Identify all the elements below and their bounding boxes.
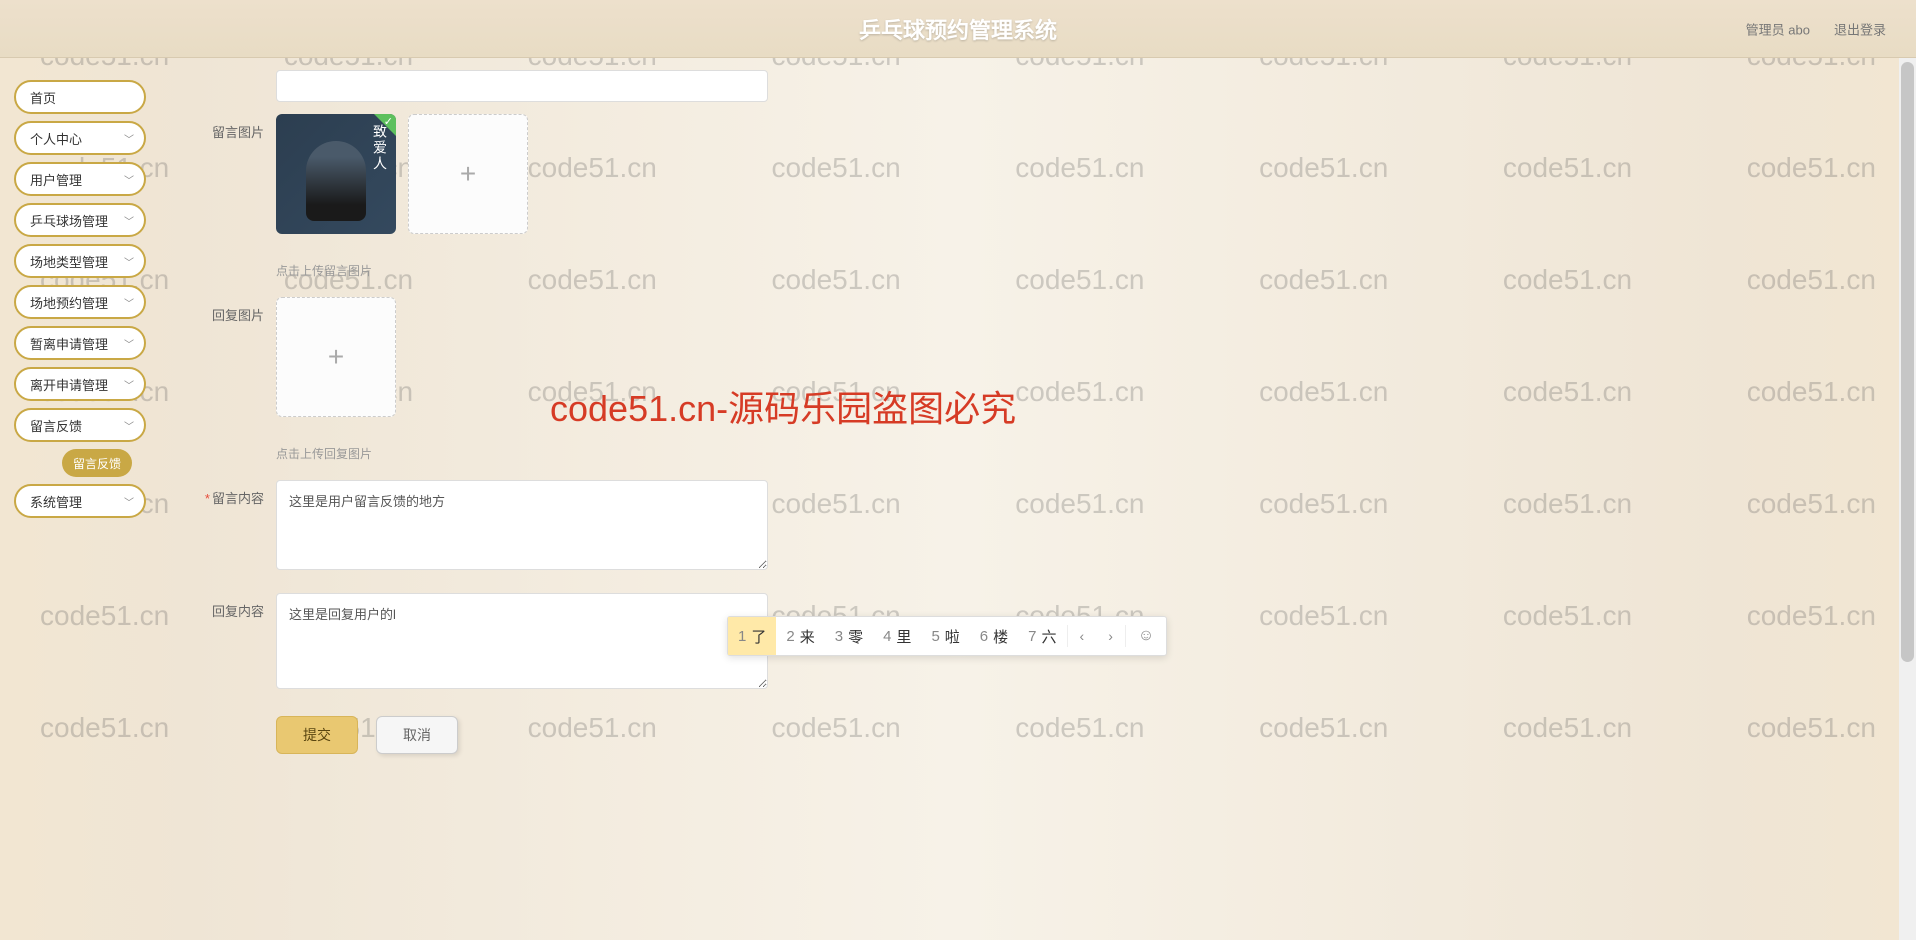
- msg-image-hint: 点击上传留言图片: [276, 262, 528, 279]
- chevron-down-icon: ﹀: [124, 213, 134, 228]
- nav-system-mgmt[interactable]: 系统管理﹀: [14, 484, 146, 518]
- chevron-down-icon: ﹀: [124, 172, 134, 187]
- reply-image-hint: 点击上传回复图片: [276, 445, 396, 462]
- chevron-down-icon: ﹀: [124, 295, 134, 310]
- check-icon: ✓: [384, 115, 393, 128]
- ime-candidate-7[interactable]: 7六: [1018, 617, 1066, 655]
- admin-label[interactable]: 管理员 abo: [1746, 19, 1810, 38]
- chevron-down-icon: ﹀: [124, 254, 134, 269]
- nav-user-mgmt[interactable]: 用户管理﹀: [14, 162, 146, 196]
- nav-feedback[interactable]: 留言反馈﹀: [14, 408, 146, 442]
- chevron-down-icon: ﹀: [124, 336, 134, 351]
- nav-personal-center[interactable]: 个人中心﹀: [14, 121, 146, 155]
- nav-booking-mgmt[interactable]: 场地预约管理﹀: [14, 285, 146, 319]
- ime-candidate-3[interactable]: 3零: [825, 617, 873, 655]
- ime-candidate-6[interactable]: 6楼: [970, 617, 1018, 655]
- reply-content-textarea[interactable]: [276, 593, 768, 689]
- ime-next-button[interactable]: ›: [1096, 628, 1125, 644]
- ime-emoji-button[interactable]: ☺: [1126, 627, 1166, 645]
- ime-candidate-4[interactable]: 4里: [873, 617, 921, 655]
- nav-leave-request-mgmt[interactable]: 离开申请管理﹀: [14, 367, 146, 401]
- chevron-down-icon: ﹀: [124, 494, 134, 509]
- ime-candidate-2[interactable]: 2来: [776, 617, 824, 655]
- reply-content-label: 回复内容: [200, 593, 264, 620]
- nav-court-mgmt[interactable]: 乒乓球场管理﹀: [14, 203, 146, 237]
- msg-content-textarea[interactable]: [276, 480, 768, 570]
- nav-feedback-sub[interactable]: 留言反馈: [62, 449, 132, 477]
- chevron-down-icon: ﹀: [124, 377, 134, 392]
- add-reply-image-button[interactable]: +: [276, 297, 396, 417]
- plus-icon: +: [460, 158, 476, 190]
- nav-venue-type-mgmt[interactable]: 场地类型管理﹀: [14, 244, 146, 278]
- submit-button[interactable]: 提交: [276, 716, 358, 754]
- chevron-down-icon: ﹀: [124, 418, 134, 433]
- cancel-button[interactable]: 取消: [376, 716, 458, 754]
- add-message-image-button[interactable]: +: [408, 114, 528, 234]
- main-form: 留言图片 致爱人 ✓ + 点击上传留言图片 回复图片 + 点击上传回复图片 *留…: [180, 60, 1906, 940]
- app-header: 乒乓球预约管理系统 管理员 abo 退出登录: [0, 0, 1916, 58]
- reply-image-label: 回复图片: [200, 297, 264, 324]
- sidebar: 首页 个人中心﹀ 用户管理﹀ 乒乓球场管理﹀ 场地类型管理﹀ 场地预约管理﹀ 暂…: [14, 80, 146, 518]
- ime-candidate-1[interactable]: 1了: [728, 617, 776, 655]
- uploaded-message-image[interactable]: 致爱人 ✓: [276, 114, 396, 234]
- ime-candidate-bar: 1了 2来 3零 4里 5啦 6楼 7六 ‹ › ☺: [727, 616, 1167, 656]
- nav-away-request-mgmt[interactable]: 暂离申请管理﹀: [14, 326, 146, 360]
- msg-content-label: *留言内容: [200, 480, 264, 507]
- nav-home[interactable]: 首页: [14, 80, 146, 114]
- scrollbar-thumb[interactable]: [1901, 62, 1914, 662]
- app-title: 乒乓球预约管理系统: [859, 13, 1057, 45]
- chevron-down-icon: ﹀: [124, 131, 134, 146]
- logout-button[interactable]: 退出登录: [1834, 19, 1886, 38]
- ime-prev-button[interactable]: ‹: [1068, 628, 1097, 644]
- partial-field-top[interactable]: [276, 70, 768, 102]
- plus-icon: +: [328, 341, 344, 373]
- msg-image-label: 留言图片: [200, 114, 264, 141]
- ime-candidate-5[interactable]: 5啦: [921, 617, 969, 655]
- vertical-scrollbar[interactable]: [1899, 58, 1916, 940]
